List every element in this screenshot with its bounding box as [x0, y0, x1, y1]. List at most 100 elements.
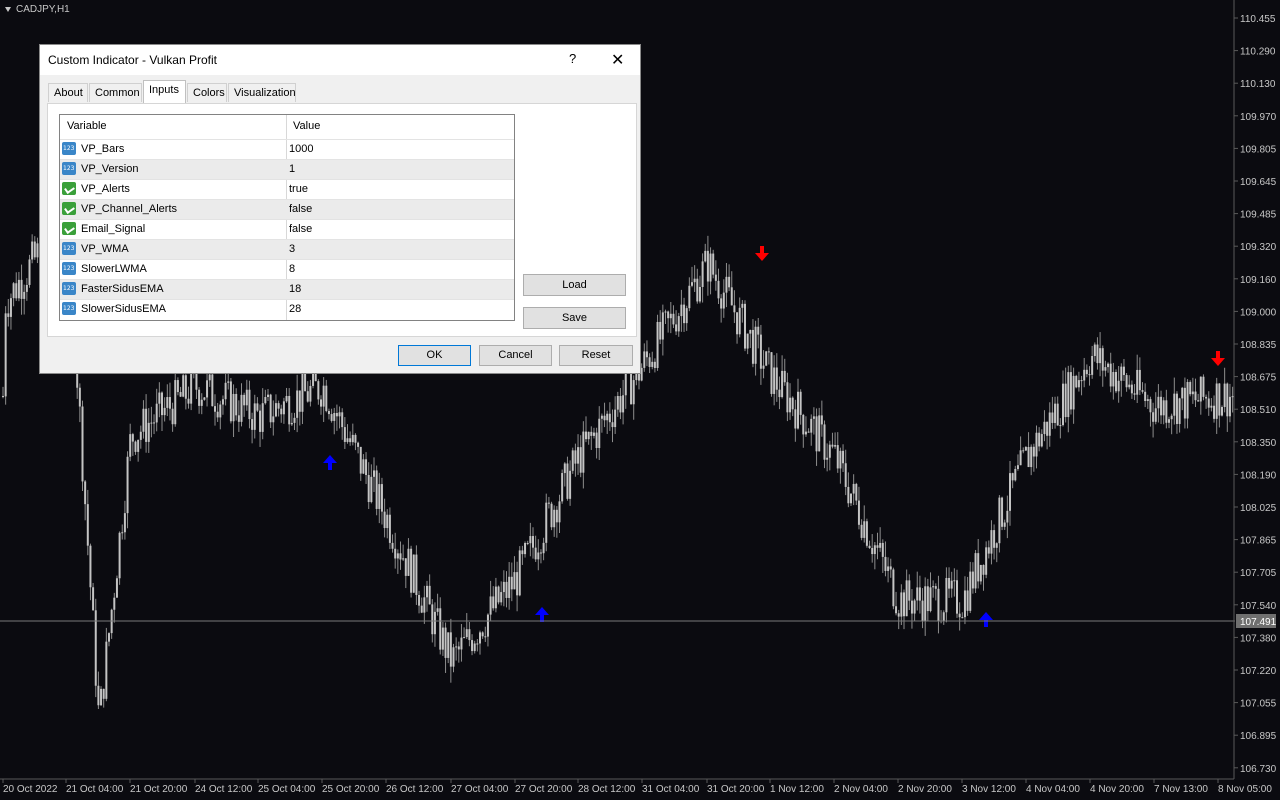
candle	[1215, 377, 1218, 434]
candle	[1075, 374, 1078, 389]
ok-button[interactable]: OK	[398, 345, 471, 366]
buy-arrow-icon	[979, 612, 993, 627]
time-tick-label: 7 Nov 13:00	[1154, 784, 1208, 795]
candle	[4, 306, 7, 405]
param-value[interactable]: false	[289, 223, 312, 235]
candle	[1022, 447, 1025, 454]
candle	[953, 568, 956, 597]
candle	[797, 378, 799, 430]
candle	[987, 540, 990, 559]
candle	[733, 290, 736, 324]
candle	[1016, 454, 1019, 471]
price-tick-label: 109.645	[1240, 177, 1277, 188]
candle	[717, 268, 720, 305]
candle	[1223, 367, 1226, 413]
table-row[interactable]: VP_Channel_Alerts false	[60, 199, 514, 219]
candle	[1064, 367, 1067, 423]
candle	[720, 294, 723, 323]
candle	[632, 375, 635, 420]
candle	[391, 534, 394, 553]
reset-button[interactable]: Reset	[559, 345, 633, 366]
save-button[interactable]: Save	[523, 307, 626, 329]
sell-arrow-icon	[755, 246, 769, 261]
param-value[interactable]: 3	[289, 243, 295, 255]
table-row[interactable]: FasterSidusEMA 18	[60, 279, 514, 299]
candle	[802, 413, 805, 448]
candle	[282, 397, 285, 424]
cancel-button[interactable]: Cancel	[479, 345, 552, 366]
candle	[648, 353, 651, 374]
candle	[418, 590, 421, 614]
table-row[interactable]: VP_Bars 1000	[60, 139, 514, 159]
param-value[interactable]: 8	[289, 263, 295, 275]
price-tick-label: 106.895	[1240, 731, 1277, 742]
param-value[interactable]: 28	[289, 303, 301, 315]
candle	[778, 376, 781, 410]
candle	[420, 597, 423, 614]
candle	[672, 305, 675, 329]
param-name: SlowerSidusEMA	[81, 303, 166, 315]
param-value[interactable]: false	[289, 203, 312, 215]
candle	[773, 355, 776, 406]
table-row[interactable]: SlowerSidusEMA 28	[60, 299, 514, 319]
close-icon[interactable]: ✕	[611, 50, 624, 70]
candle	[1011, 472, 1014, 489]
table-row[interactable]: SlowerLWMA 8	[60, 259, 514, 279]
candle	[553, 505, 556, 537]
tab-inputs[interactable]: Inputs	[143, 80, 186, 103]
candle	[110, 608, 113, 639]
candle	[272, 400, 275, 436]
candle	[693, 265, 696, 292]
param-value[interactable]: true	[289, 183, 308, 195]
candle	[619, 388, 622, 420]
candle	[704, 243, 707, 263]
tab-common[interactable]: Common	[89, 83, 142, 102]
candle	[1199, 376, 1202, 415]
candle	[102, 688, 105, 708]
candle	[820, 400, 823, 437]
candle	[744, 300, 746, 352]
candle	[129, 423, 132, 462]
param-value[interactable]: 1000	[289, 143, 313, 155]
number-icon	[62, 262, 76, 275]
dialog-titlebar[interactable]: Custom Indicator - Vulkan Profit ? ✕	[40, 45, 640, 75]
number-icon	[62, 302, 76, 315]
candle	[1009, 460, 1011, 526]
load-button[interactable]: Load	[523, 274, 626, 296]
param-value[interactable]: 1	[289, 163, 295, 175]
candle	[884, 541, 887, 577]
variable-column-header[interactable]: Variable	[67, 120, 107, 132]
candle	[518, 546, 521, 597]
table-row[interactable]: VP_Version 1	[60, 159, 514, 179]
candle	[1032, 443, 1035, 472]
dropdown-icon	[5, 6, 11, 12]
inputs-table[interactable]: Variable Value VP_Bars1000VP_Version1VP_…	[59, 114, 515, 321]
time-tick-label: 25 Oct 04:00	[258, 784, 316, 795]
bool-icon	[62, 202, 76, 215]
candle	[97, 671, 100, 709]
candle	[942, 610, 945, 625]
param-value[interactable]: 18	[289, 283, 301, 295]
table-row[interactable]: VP_Alerts true	[60, 179, 514, 199]
candle	[651, 351, 654, 370]
candle	[563, 462, 566, 487]
candle	[489, 580, 492, 622]
tab-colors[interactable]: Colors	[187, 83, 227, 102]
value-column-header[interactable]: Value	[293, 120, 320, 132]
time-tick-label: 3 Nov 12:00	[962, 784, 1016, 795]
table-row[interactable]: Email_Signal false	[60, 219, 514, 239]
help-icon[interactable]: ?	[569, 51, 576, 66]
candle	[691, 266, 693, 288]
symbol-label[interactable]: CADJPY,H1	[5, 4, 70, 15]
candle	[1136, 354, 1139, 404]
table-row[interactable]: VP_WMA 3	[60, 239, 514, 259]
candle	[770, 351, 773, 397]
tab-about[interactable]: About	[48, 83, 88, 102]
candle	[1059, 418, 1062, 439]
tab-visualization[interactable]: Visualization	[228, 83, 296, 102]
candle	[267, 389, 269, 402]
candle	[460, 623, 463, 662]
candle	[484, 626, 487, 642]
candle	[198, 387, 201, 414]
candle	[1133, 384, 1136, 401]
